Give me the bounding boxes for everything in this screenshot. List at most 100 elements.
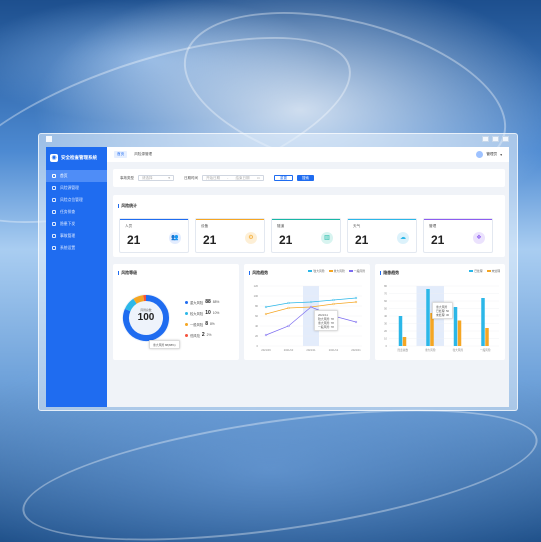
risk-trend-chart: 0 20 40 60 80 100 120 2021/09 2021/10 2021/11 2021…	[254, 284, 362, 352]
user-menu[interactable]: 管理员 ▾	[476, 151, 502, 158]
sidebar-item-home[interactable]: 首页	[46, 170, 107, 182]
chevron-down-icon: ▾	[168, 176, 170, 180]
start-date: 开始日期	[206, 175, 220, 180]
data-point	[264, 305, 268, 309]
sidebar-item-accident[interactable]: 事故管理	[46, 230, 107, 242]
x-tick-label: 较大风险	[453, 348, 464, 352]
legend-pct: 8%	[209, 322, 215, 326]
manage-icon: ❖	[473, 232, 485, 244]
pie-slice	[133, 295, 145, 304]
legend-row: 重大风险 88 88%	[185, 299, 219, 305]
search-label: 搜索	[302, 175, 309, 180]
legend-row: 一般风险 8 8%	[185, 321, 215, 327]
avatar	[476, 151, 484, 158]
sidebar-item-label: 事故管理	[60, 233, 76, 238]
sidebar: ◉ 安全检查管理系统 首页 风险源管理 风险点位管理 任务排查 隐患下发 事故管…	[46, 147, 107, 407]
select-placeholder: 请选择	[142, 175, 153, 180]
risk-icon	[52, 186, 56, 190]
stat-value: 21	[279, 233, 293, 247]
risk-level-title: 风险等级	[118, 270, 137, 276]
topbar: 首页 风险源管理 管理员 ▾	[107, 147, 509, 162]
stats-title: 风险统计	[118, 203, 137, 209]
stat-label: 天气	[353, 224, 361, 228]
data-point	[332, 302, 335, 306]
legend-value: 2	[201, 332, 205, 338]
sidebar-item-settings[interactable]: 系统设置	[46, 242, 107, 254]
data-point	[264, 333, 268, 337]
filter-bar: 事故类型 请选择 ▾ 日期时间 开始日期 - 结束日期 ▭ 重置 搜索	[113, 169, 505, 187]
stat-card-tunnel: 隧道 21 ▥	[271, 218, 341, 253]
y-tick-label: 40	[255, 324, 258, 328]
sidebar-item-risk-source[interactable]: 风险源管理	[46, 182, 107, 194]
data-point	[354, 300, 358, 304]
stat-label: 人员	[125, 224, 133, 228]
tooltip-row: 未处理: 30	[436, 312, 450, 317]
bar	[457, 320, 462, 346]
home-icon	[52, 174, 56, 178]
stat-value: 21	[127, 233, 141, 247]
data-point	[287, 306, 290, 310]
tooltip-row: 较大风险: 78	[318, 316, 334, 321]
y-tick-label: 10	[384, 337, 387, 341]
risk-level-panel: 风险等级 风险总数 100 重大风险 88 88% 较大风险 10 10% 一般风险 8 8…	[113, 264, 239, 360]
x-tick-label: 2022/01	[351, 348, 361, 352]
trend-tooltip: 2021/11 较大风险: 78 重大风险: 78 一般风险: 78	[314, 310, 338, 331]
y-tick-label: 20	[384, 329, 387, 333]
legend-value: 88	[205, 299, 211, 305]
x-tick-label: 重大风险	[425, 348, 436, 352]
y-tick-label: 80	[384, 284, 387, 288]
x-tick-label: 2021/09	[261, 348, 271, 352]
x-tick-label: 2021/12	[329, 348, 339, 352]
search-button[interactable]: 搜索	[297, 175, 314, 181]
gear-icon	[52, 246, 56, 250]
data-point	[287, 324, 290, 328]
legend-row: 低风险 2 2%	[185, 332, 211, 338]
data-point	[354, 296, 358, 300]
y-tick-label: 70	[384, 292, 387, 296]
donut-tooltip: 重大风险 88(88%)	[149, 340, 180, 349]
y-tick-label: 100	[254, 294, 259, 298]
y-tick-label: 120	[254, 284, 259, 288]
brand: ◉ 安全检查管理系统	[46, 147, 107, 170]
y-tick-label: 40	[384, 314, 387, 318]
user-name: 管理员	[486, 152, 498, 156]
bar	[453, 307, 458, 346]
sidebar-item-label: 系统设置	[60, 245, 76, 250]
x-tick-label: 2021/10	[284, 348, 294, 352]
y-tick-label: 50	[384, 307, 387, 311]
users-icon: 👥	[169, 232, 181, 244]
hazard-trend-panel: 隐患趋势 已处理 未处理 0 10 20 30 40 50 60 70 80 隐患总数 重大风险 较大风…	[375, 264, 505, 360]
sidebar-item-risk-point[interactable]: 风险点位管理	[46, 194, 107, 206]
bar	[398, 316, 403, 346]
tab-risk-source[interactable]: 风险源管理	[131, 151, 155, 158]
app: ◉ 安全检查管理系统 首页 风险源管理 风险点位管理 任务排查 隐患下发 事故管…	[46, 147, 509, 407]
tunnel-icon: ▥	[321, 232, 333, 244]
reset-button[interactable]: 重置	[274, 175, 293, 181]
accident-type-select[interactable]: 请选择 ▾	[138, 175, 174, 181]
main-content: 首页 风险源管理 管理员 ▾ 事故类型 请选择 ▾ 日期时间 开始日期 - 结束…	[107, 147, 509, 407]
tooltip-row: 已处理: 50	[436, 308, 450, 313]
maximize-button[interactable]	[492, 136, 499, 142]
sidebar-item-task[interactable]: 任务排查	[46, 206, 107, 218]
stat-value: 21	[355, 233, 369, 247]
sidebar-item-hazard[interactable]: 隐患下发	[46, 218, 107, 230]
close-button[interactable]	[502, 136, 509, 142]
legend-pct: 2%	[206, 333, 212, 337]
sidebar-item-label: 风险源管理	[60, 185, 79, 190]
stat-label: 管理	[429, 224, 437, 228]
legend-pct: 10%	[212, 311, 220, 315]
legend-row: 较大风险 10 10%	[185, 310, 219, 316]
legend-label: 重大风险	[190, 300, 204, 305]
date-range-input[interactable]: 开始日期 - 结束日期 ▭	[202, 175, 264, 181]
legend-pct: 88%	[212, 300, 220, 304]
stats-panel: 风险统计 人员 21 👥 设备 21 ⚙ 隧道 21 ▥ 天气 21 ☁ 管理 …	[113, 195, 505, 257]
tab-home[interactable]: 首页	[114, 151, 128, 158]
end-date: 结束日期	[235, 175, 250, 180]
legend-label: 低风险	[190, 333, 200, 338]
device-icon: ⚙	[245, 232, 257, 244]
x-tick-label: 2021/11	[306, 348, 316, 352]
data-point	[287, 301, 290, 305]
bar	[481, 298, 485, 346]
minimize-button[interactable]	[482, 136, 489, 142]
sidebar-item-label: 隐患下发	[60, 221, 76, 226]
